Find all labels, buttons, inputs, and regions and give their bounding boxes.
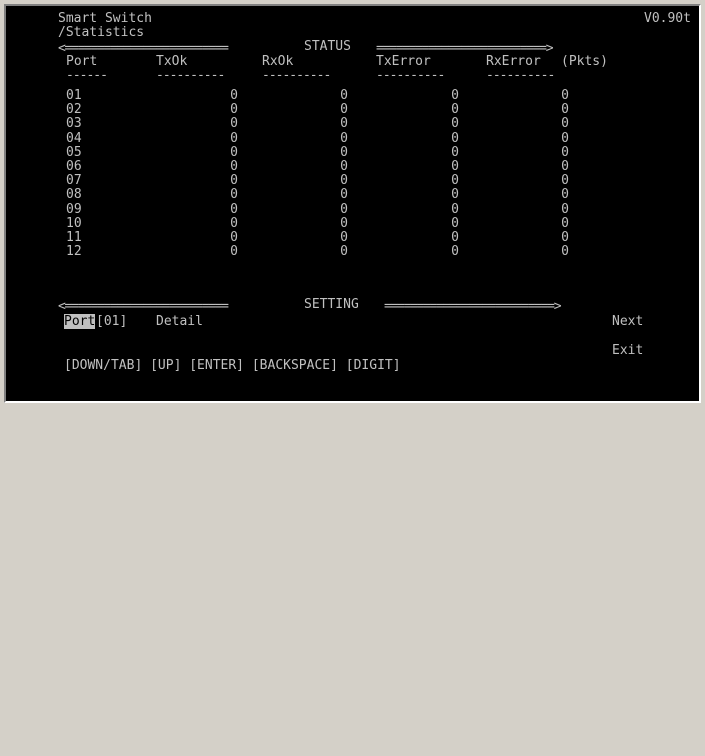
- cell-rx-ok: 0: [340, 144, 348, 160]
- cell-rx-ok: 0: [340, 215, 348, 231]
- cell-tx-error: 0: [451, 187, 459, 203]
- cell-tx-error: 0: [451, 230, 459, 245]
- cell-rx-ok: 0: [340, 244, 348, 260]
- cell-tx-ok: 0: [230, 173, 238, 189]
- col-header-txok: TxOk: [156, 54, 188, 69]
- underline-rxerror: ----------: [486, 68, 555, 83]
- underline-port: ------: [66, 68, 108, 83]
- port-number: 04: [66, 130, 82, 146]
- cell-tx-ok: 0: [230, 144, 238, 160]
- cell-rx-error: 0: [561, 230, 569, 245]
- underline-txok: ----------: [156, 68, 225, 83]
- cell-tx-error: 0: [451, 88, 459, 103]
- cell-tx-ok: 0: [230, 130, 238, 146]
- cell-rx-ok: 0: [340, 88, 348, 103]
- port-number: 10: [66, 215, 82, 231]
- cell-tx-ok: 0: [230, 159, 238, 174]
- next-button[interactable]: Next: [612, 314, 643, 329]
- cell-tx-ok: 0: [230, 187, 238, 203]
- col-header-port: Port: [66, 54, 98, 69]
- terminal-window: Smart Switch V0.90t /Statistics <=======…: [0, 0, 705, 408]
- cell-rx-error: 0: [561, 130, 569, 146]
- detail-button[interactable]: Detail: [156, 314, 203, 329]
- cell-rx-error: 0: [561, 159, 569, 174]
- port-number: 09: [66, 201, 82, 217]
- cell-rx-ok: 0: [340, 187, 348, 203]
- cell-rx-error: 0: [561, 102, 569, 118]
- cell-tx-ok: 0: [230, 215, 238, 231]
- cell-rx-error: 0: [561, 88, 569, 103]
- exit-button[interactable]: Exit: [612, 343, 643, 358]
- cell-tx-error: 0: [451, 244, 459, 260]
- cell-rx-ok: 0: [340, 130, 348, 146]
- cell-tx-error: 0: [451, 201, 459, 217]
- setting-section-label: SETTING: [304, 297, 359, 312]
- cell-rx-error: 0: [561, 144, 569, 160]
- cell-rx-error: 0: [561, 201, 569, 217]
- cell-rx-ok: 0: [340, 230, 348, 245]
- cell-tx-error: 0: [451, 173, 459, 189]
- port-number: 01: [66, 88, 82, 103]
- cell-tx-ok: 0: [230, 102, 238, 118]
- version-label: V0.90t: [644, 11, 691, 26]
- port-number: 11: [66, 230, 82, 245]
- cell-rx-error: 0: [561, 244, 569, 260]
- cell-rx-error: 0: [561, 187, 569, 203]
- cell-tx-ok: 0: [230, 244, 238, 260]
- col-header-rxerror: RxError: [486, 54, 541, 69]
- cell-rx-error: 0: [561, 215, 569, 231]
- setting-divider-left: <=========================: [58, 299, 229, 314]
- port-field-label[interactable]: Port: [64, 314, 96, 329]
- underline-txerror: ----------: [376, 68, 445, 83]
- cell-tx-error: 0: [451, 116, 459, 132]
- cell-tx-ok: 0: [230, 230, 238, 245]
- cell-tx-ok: 0: [230, 201, 238, 217]
- terminal-screen[interactable]: Smart Switch V0.90t /Statistics <=======…: [4, 4, 701, 403]
- col-header-txerror: TxError: [376, 54, 431, 69]
- keys-help-text: [DOWN/TAB] [UP] [ENTER] [BACKSPACE] [DIG…: [64, 358, 401, 373]
- port-number-field[interactable]: [01]: [96, 314, 127, 329]
- port-number: 07: [66, 173, 82, 189]
- col-header-rxok: RxOk: [262, 54, 294, 69]
- port-number: 06: [66, 159, 82, 174]
- cell-tx-error: 0: [451, 144, 459, 160]
- app-title: Smart Switch: [58, 11, 152, 26]
- cell-rx-ok: 0: [340, 116, 348, 132]
- cell-tx-error: 0: [451, 159, 459, 174]
- port-number: 03: [66, 116, 82, 132]
- cell-rx-error: 0: [561, 173, 569, 189]
- breadcrumb-path: /Statistics: [58, 25, 145, 40]
- cell-tx-ok: 0: [230, 88, 238, 103]
- port-number: 02: [66, 102, 82, 118]
- cell-tx-error: 0: [451, 130, 459, 146]
- status-section-label: STATUS: [304, 39, 351, 54]
- cell-tx-error: 0: [451, 215, 459, 231]
- cell-rx-ok: 0: [340, 173, 348, 189]
- cell-tx-error: 0: [451, 102, 459, 118]
- port-number: 05: [66, 144, 82, 160]
- cell-rx-ok: 0: [340, 159, 348, 174]
- cell-rx-error: 0: [561, 116, 569, 132]
- port-number: 12: [66, 244, 82, 260]
- col-header-unit: (Pkts): [561, 54, 608, 69]
- cell-rx-ok: 0: [340, 201, 348, 217]
- port-number: 08: [66, 187, 82, 203]
- underline-rxok: ----------: [262, 68, 331, 83]
- cell-rx-ok: 0: [340, 102, 348, 118]
- cell-tx-ok: 0: [230, 116, 238, 132]
- setting-divider-right: ==========================>: [384, 299, 562, 314]
